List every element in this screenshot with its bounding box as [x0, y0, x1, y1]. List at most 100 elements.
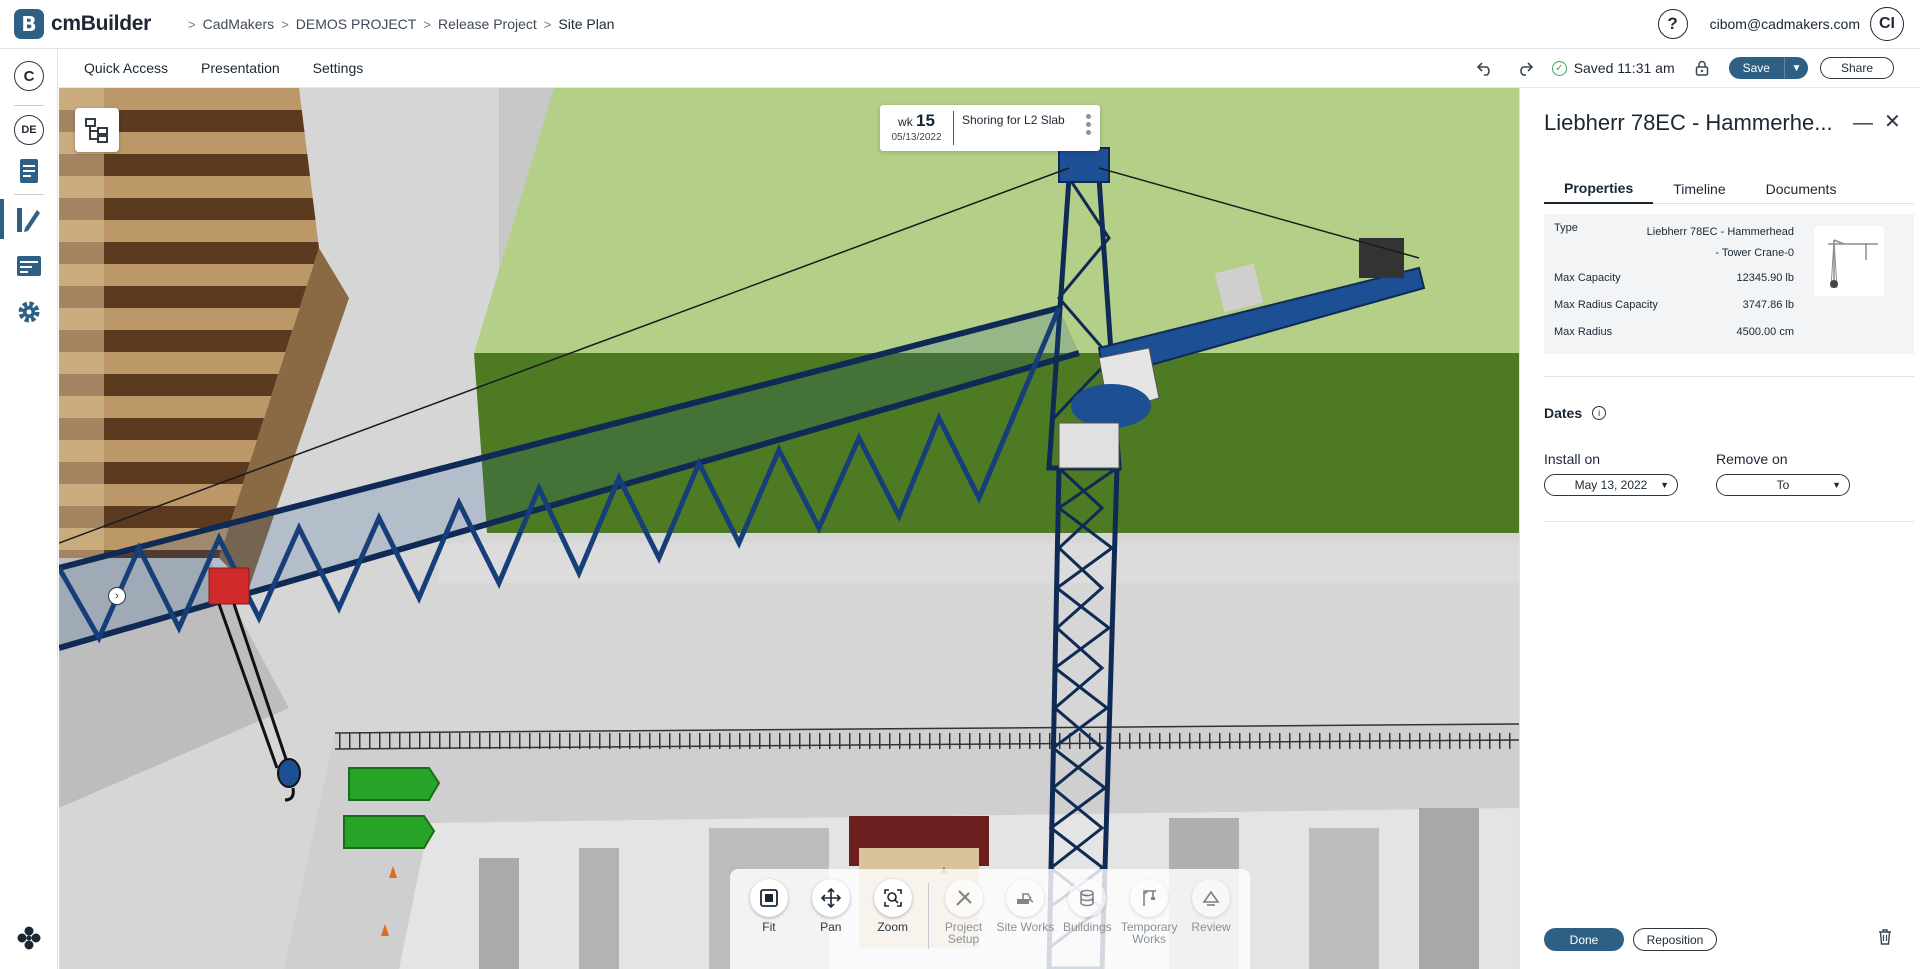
week-prefix: wk — [898, 115, 913, 129]
schedule-week-card[interactable]: wk 15 05/13/2022 Shoring for L2 Slab — [880, 105, 1100, 151]
save-button-group: Save ▼ — [1728, 57, 1808, 79]
tool-label: Temporary Works — [1120, 920, 1178, 946]
done-button[interactable]: Done — [1544, 928, 1624, 951]
remove-on-label: Remove on — [1716, 451, 1788, 467]
install-date-value: May 13, 2022 — [1574, 478, 1648, 492]
tool-site-works[interactable]: Site Works — [994, 873, 1056, 969]
minimize-icon[interactable]: — — [1853, 112, 1873, 135]
tool-label: Pan — [820, 920, 842, 934]
menu-settings[interactable]: Settings — [313, 60, 364, 76]
trash-icon[interactable] — [1877, 928, 1893, 951]
tool-zoom[interactable]: Zoom — [862, 873, 924, 969]
week-number: 15 — [916, 111, 935, 130]
property-key: Max Radius — [1554, 326, 1613, 338]
tab-timeline[interactable]: Timeline — [1653, 174, 1745, 204]
left-rail: C DE — [0, 49, 58, 969]
breadcrumb: > CadMakers > DEMOS PROJECT > Release Pr… — [181, 16, 614, 32]
tool-temporary-works[interactable]: Temporary Works — [1118, 873, 1180, 969]
breadcrumb-chevron-icon: > — [423, 16, 431, 32]
chevron-down-icon: ▼ — [1660, 480, 1669, 490]
share-button[interactable]: Share — [1819, 57, 1894, 79]
temporary-works-crane-icon — [1130, 879, 1169, 917]
zoom-icon — [873, 879, 912, 917]
week-label: wk 15 — [880, 111, 953, 131]
breadcrumb-item-company[interactable]: CadMakers — [203, 16, 275, 32]
close-icon[interactable]: ✕ — [1884, 109, 1901, 134]
more-options-icon[interactable] — [1086, 114, 1092, 135]
app-name: cmBuilder — [51, 12, 151, 35]
save-status: ✓ Saved 11:31 am — [1551, 60, 1675, 76]
property-value: 12345.90 lb — [1736, 272, 1795, 284]
menu-presentation[interactable]: Presentation — [201, 60, 280, 76]
tab-properties[interactable]: Properties — [1544, 174, 1654, 204]
properties-box: Type Liebherr 78EC - Hammerhead - Tower … — [1544, 214, 1914, 354]
rail-divider — [14, 194, 44, 195]
type-line-1: Liebherr 78EC - Hammerhead — [1646, 226, 1794, 238]
tool-label: Buildings — [1062, 920, 1112, 934]
property-key: Max Capacity — [1554, 272, 1621, 284]
remove-date-dropdown[interactable]: To ▼ — [1716, 474, 1850, 496]
tool-label: Review — [1191, 920, 1231, 934]
3d-viewport[interactable]: wk 15 05/13/2022 Shoring for L2 Slab › ▲… — [59, 88, 1519, 969]
week-indicator: wk 15 05/13/2022 — [880, 111, 954, 145]
undo-icon[interactable] — [1472, 55, 1498, 81]
check-icon: ✓ — [1551, 60, 1567, 76]
site-plan-nav-icon[interactable] — [12, 202, 46, 236]
menu-quick-access[interactable]: Quick Access — [84, 60, 168, 76]
site-works-excavator-icon — [1006, 879, 1045, 917]
breadcrumb-chevron-icon: > — [543, 16, 552, 32]
property-value: 3747.86 lb — [1742, 299, 1794, 311]
chevron-down-icon: ▼ — [1832, 480, 1841, 490]
user-email[interactable]: cibom@cadmakers.com — [1710, 16, 1860, 32]
property-key: Type — [1554, 222, 1578, 234]
rail-divider — [14, 105, 44, 106]
apps-flower-icon[interactable] — [12, 921, 46, 955]
type-line-2: - Tower Crane-0 — [1715, 247, 1794, 259]
tool-fit[interactable]: Fit — [738, 873, 800, 969]
dates-section: Dates i — [1544, 405, 1607, 421]
tool-label: Zoom — [877, 920, 909, 934]
tool-review[interactable]: Review — [1180, 873, 1242, 969]
settings-gear-icon[interactable] — [12, 295, 46, 329]
dates-heading: Dates — [1544, 405, 1583, 421]
model-tree-button[interactable] — [75, 108, 119, 152]
crane-thumbnail-icon — [1828, 239, 1878, 289]
project-switcher[interactable]: DE — [12, 113, 46, 147]
top-bar: B cmBuilder > CadMakers > DEMOS PROJECT … — [0, 0, 1920, 49]
tab-documents[interactable]: Documents — [1746, 174, 1857, 204]
buildings-stack-icon — [1068, 879, 1107, 917]
tool-pan[interactable]: Pan — [800, 873, 862, 969]
help-button[interactable]: ? — [1657, 9, 1688, 39]
redo-icon[interactable] — [1512, 55, 1538, 81]
save-options-chevron-down-icon[interactable]: ▼ — [1783, 57, 1808, 79]
fit-icon — [749, 879, 788, 917]
breadcrumb-item-portfolio[interactable]: DEMOS PROJECT — [296, 16, 417, 32]
expand-panel-chevron-icon[interactable]: › — [108, 587, 126, 605]
property-value: Liebherr 78EC - Hammerhead - Tower Crane… — [1647, 222, 1794, 264]
tool-project-setup[interactable]: Project Setup — [933, 873, 995, 969]
logo-badge: B — [14, 9, 44, 39]
divider — [1544, 521, 1914, 522]
company-switcher[interactable]: C — [12, 59, 46, 93]
divider — [1544, 376, 1914, 377]
save-button[interactable]: Save — [1728, 57, 1784, 79]
bottom-toolbar: Fit Pan Zoom Project Setup Site Works Bu… — [730, 869, 1250, 969]
documents-nav-icon[interactable] — [12, 154, 46, 188]
breadcrumb-chevron-icon: > — [281, 16, 289, 32]
lock-icon[interactable] — [1689, 55, 1715, 81]
tool-label: Fit — [762, 920, 776, 934]
main-menu: Quick Access Presentation Settings — [84, 60, 396, 76]
reposition-button[interactable]: Reposition — [1633, 928, 1717, 951]
install-date-dropdown[interactable]: May 13, 2022 ▼ — [1544, 474, 1678, 496]
info-icon[interactable]: i — [1592, 406, 1607, 420]
property-key: Max Radius Capacity — [1554, 299, 1658, 311]
remove-date-value: To — [1776, 478, 1790, 492]
avatar[interactable]: CI — [1870, 7, 1904, 41]
breadcrumb-item-current: Site Plan — [558, 16, 615, 32]
property-row-type: Type Liebherr 78EC - Hammerhead - Tower … — [1554, 222, 1794, 264]
schedule-task: Shoring for L2 Slab — [962, 113, 1065, 127]
app-logo[interactable]: B cmBuilder — [14, 9, 151, 39]
tool-buildings[interactable]: Buildings — [1056, 873, 1118, 969]
breadcrumb-item-project[interactable]: Release Project — [438, 16, 537, 32]
schedule-nav-icon[interactable] — [12, 249, 46, 283]
